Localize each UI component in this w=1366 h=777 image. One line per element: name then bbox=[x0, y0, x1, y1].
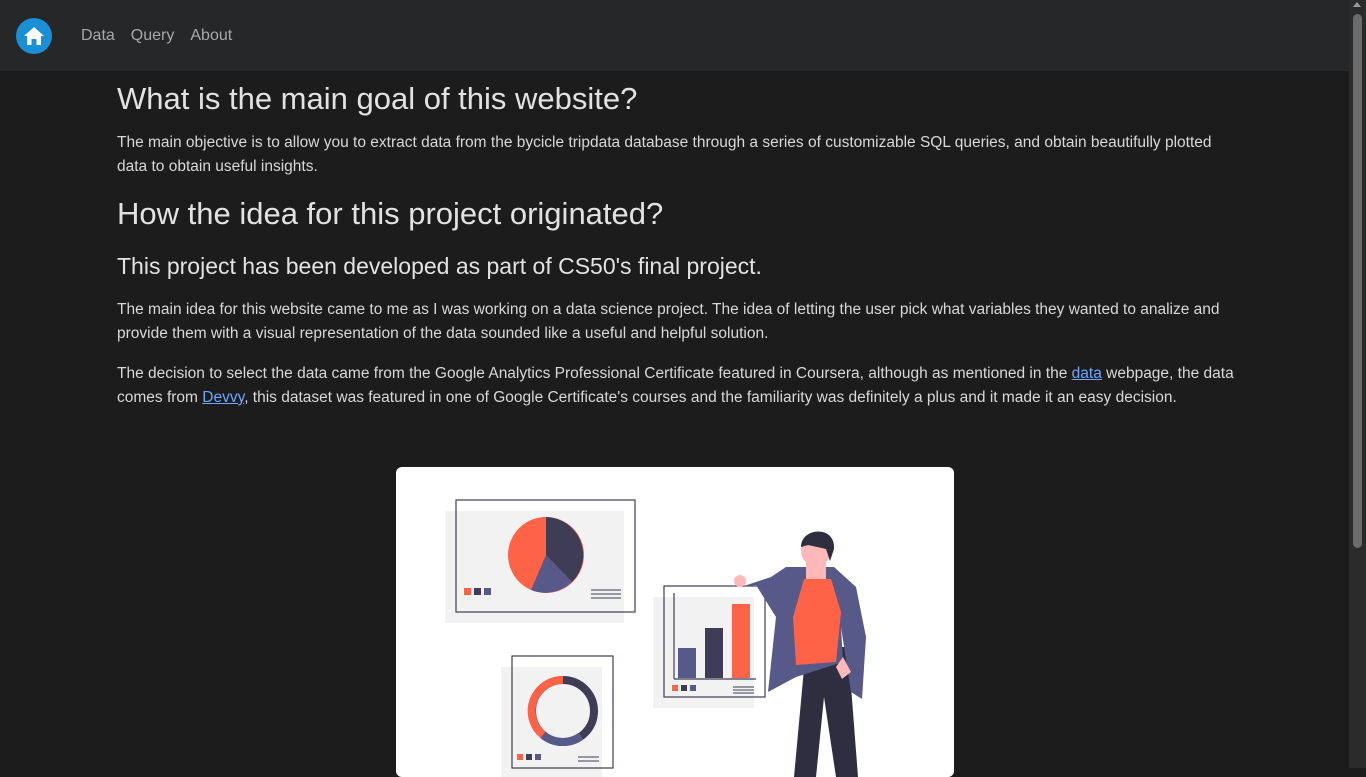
origin-subheading: This project has been developed as part … bbox=[117, 251, 1237, 281]
origin-paragraph: The main idea for this website came to m… bbox=[117, 298, 1237, 346]
home-button[interactable] bbox=[16, 18, 52, 54]
data-link[interactable]: data bbox=[1072, 365, 1102, 382]
nav-link-data[interactable]: Data bbox=[81, 26, 115, 46]
navbar: Data Query About bbox=[0, 0, 1349, 71]
goal-paragraph: The main objective is to allow you to ex… bbox=[117, 131, 1237, 179]
data-analysis-illustration bbox=[396, 467, 954, 777]
nav-links: Data Query About bbox=[81, 26, 248, 46]
devvy-link[interactable]: Devvy bbox=[202, 389, 244, 406]
goal-heading: What is the main goal of this website? bbox=[117, 80, 1237, 118]
scroll-up-icon[interactable] bbox=[1353, 2, 1361, 7]
illustration-svg bbox=[396, 467, 954, 777]
scroll-thumb[interactable] bbox=[1353, 14, 1362, 548]
main-content: What is the main goal of this website? T… bbox=[117, 71, 1237, 410]
nav-link-about[interactable]: About bbox=[190, 26, 232, 46]
home-icon bbox=[23, 26, 45, 46]
bar-chart-card bbox=[653, 586, 765, 708]
decision-paragraph: The decision to select the data came fro… bbox=[117, 362, 1237, 410]
origin-heading: How the idea for this project originated… bbox=[117, 195, 1237, 233]
decision-text-1: The decision to select the data came fro… bbox=[117, 365, 1072, 382]
decision-text-3: , this dataset was featured in one of Go… bbox=[244, 389, 1177, 406]
vertical-scrollbar[interactable] bbox=[1349, 0, 1366, 768]
nav-link-query[interactable]: Query bbox=[131, 26, 175, 46]
donut-chart-card bbox=[501, 656, 613, 777]
pie-chart-card bbox=[445, 500, 635, 623]
